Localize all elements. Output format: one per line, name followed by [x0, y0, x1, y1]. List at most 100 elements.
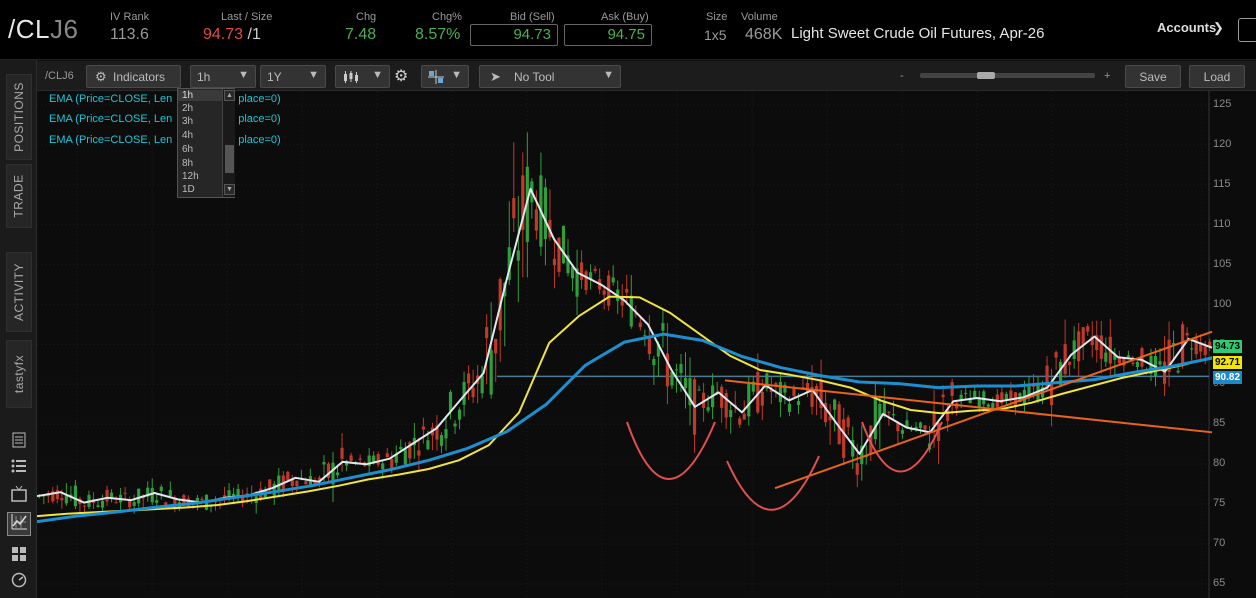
- price-tick-label: 125: [1213, 98, 1232, 110]
- candle-body: [964, 392, 968, 394]
- candle-body: [778, 381, 782, 403]
- account-selector-box[interactable]: [1238, 18, 1256, 42]
- zoom-in-button[interactable]: +: [1104, 70, 1110, 82]
- instrument-description: Light Sweet Crude Oil Futures, Apr-26: [791, 25, 1045, 42]
- candle-body: [295, 480, 299, 487]
- candle-body: [986, 404, 990, 407]
- candle-body: [516, 250, 520, 261]
- candle-body: [1063, 344, 1067, 375]
- candle-body: [1126, 355, 1130, 358]
- volume-value: 468K: [745, 26, 783, 43]
- tab-trade[interactable]: TRADE: [6, 164, 32, 228]
- scroll-thumb[interactable]: [225, 145, 234, 173]
- candle-body: [593, 268, 597, 271]
- chevron-down-icon: ▼: [451, 69, 462, 81]
- candle-body: [55, 490, 59, 500]
- chevron-down-icon: ▼: [308, 69, 319, 81]
- zoom-slider[interactable]: [920, 72, 1095, 79]
- price-tick-label: 105: [1213, 257, 1232, 270]
- range-select[interactable]: 1Y ▼: [260, 65, 326, 88]
- settings-gear-icon[interactable]: ⚙: [394, 66, 408, 86]
- watchlist-icon[interactable]: [10, 432, 28, 450]
- candle-body: [900, 430, 905, 434]
- candle-body: [489, 350, 493, 395]
- candle-body: [96, 505, 100, 507]
- candle-body: [512, 198, 516, 219]
- bid-button[interactable]: 94.73: [470, 24, 558, 46]
- candle-body: [453, 423, 457, 427]
- candle-body: [887, 411, 891, 413]
- candle-body: [480, 375, 484, 394]
- interval-option[interactable]: 3h: [182, 116, 193, 127]
- interval-option[interactable]: 12h: [182, 171, 199, 182]
- indicators-button[interactable]: ⚙ Indicators: [86, 65, 181, 88]
- symbol-title[interactable]: /CLJ6: [8, 14, 78, 45]
- candle-body: [534, 209, 538, 231]
- load-button[interactable]: Load: [1189, 65, 1245, 88]
- candle-body: [1135, 361, 1140, 367]
- interval-select[interactable]: 1h ▼: [190, 65, 256, 88]
- ema-line-1: [37, 187, 1213, 504]
- scroll-up-icon[interactable]: ▲: [224, 90, 235, 101]
- gauge-icon[interactable]: [10, 572, 28, 590]
- candle-body: [277, 475, 281, 491]
- candle-body: [376, 454, 380, 465]
- candle-body: [787, 403, 792, 412]
- interval-option[interactable]: 6h: [182, 144, 193, 155]
- ema-line-2: [37, 295, 1213, 518]
- candle-body: [679, 364, 683, 374]
- ask-label: Ask (Buy): [601, 11, 649, 23]
- tab-tastyfx[interactable]: tastyfx: [6, 340, 32, 408]
- candle-body: [467, 373, 471, 384]
- interval-option[interactable]: 1D: [182, 184, 195, 195]
- grid-icon[interactable]: [10, 546, 28, 564]
- candle-body: [991, 402, 995, 409]
- chart-symbol[interactable]: /CLJ6: [45, 70, 74, 82]
- scroll-down-icon[interactable]: ▼: [224, 184, 235, 195]
- candle-body: [697, 389, 701, 391]
- candle-body: [625, 288, 629, 293]
- list-icon[interactable]: [10, 458, 28, 476]
- candle-body: [1176, 370, 1180, 373]
- candle-body: [168, 490, 172, 497]
- drawing-menu[interactable]: ▼: [421, 65, 469, 88]
- interval-option[interactable]: 8h: [182, 158, 193, 169]
- tv-icon[interactable]: [10, 485, 28, 504]
- gear-plus-icon: ⚙: [95, 69, 107, 84]
- candle-body: [629, 295, 633, 327]
- candle-body: [891, 414, 895, 416]
- interval-dropdown[interactable]: 1h 2h 3h 4h 6h 8h 12h 1D ▲ ▼: [177, 88, 235, 198]
- chevron-down-icon: ▼: [372, 69, 383, 81]
- zoom-out-button[interactable]: -: [900, 70, 904, 82]
- interval-option[interactable]: 2h: [182, 103, 193, 114]
- candle-body: [60, 498, 64, 501]
- chart-style-select[interactable]: ▼: [335, 65, 390, 88]
- candle-body: [114, 502, 118, 504]
- dropdown-scrollbar[interactable]: ▲ ▼: [222, 89, 235, 197]
- ask-button[interactable]: 94.75: [564, 24, 652, 46]
- candle-body: [485, 327, 489, 339]
- accounts-menu[interactable]: Accounts: [1157, 20, 1216, 35]
- interval-option[interactable]: 1h: [178, 90, 222, 101]
- interval-option[interactable]: 4h: [182, 130, 193, 141]
- zoom-slider-thumb[interactable]: [977, 72, 995, 79]
- candle-body: [399, 446, 403, 450]
- candle-body: [132, 502, 136, 506]
- ema-legend-1: EMA (Price=CLOSE, Len place=0): [49, 93, 281, 105]
- candle-body: [1004, 393, 1008, 400]
- candle-body: [805, 382, 810, 392]
- last-size-label: Last / Size: [221, 11, 273, 23]
- charts-icon[interactable]: [7, 512, 31, 536]
- drawing-tool-select[interactable]: ➤ No Tool ▼: [479, 65, 621, 88]
- candle-body: [385, 453, 389, 458]
- chevron-down-icon[interactable]: ❯: [1213, 20, 1224, 36]
- tab-activity[interactable]: ACTIVITY: [6, 252, 32, 332]
- left-sidebar: POSITIONS TRADE ACTIVITY tastyfx: [0, 60, 37, 598]
- current-price-label: 94.73: [1213, 339, 1243, 353]
- save-button[interactable]: Save: [1125, 65, 1181, 88]
- ema-legend-2: EMA (Price=CLOSE, Len place=0): [49, 113, 281, 125]
- candle-body: [123, 492, 127, 494]
- price-tick-label: 75: [1213, 497, 1226, 510]
- candle-body: [611, 277, 615, 283]
- tab-positions[interactable]: POSITIONS: [6, 74, 32, 160]
